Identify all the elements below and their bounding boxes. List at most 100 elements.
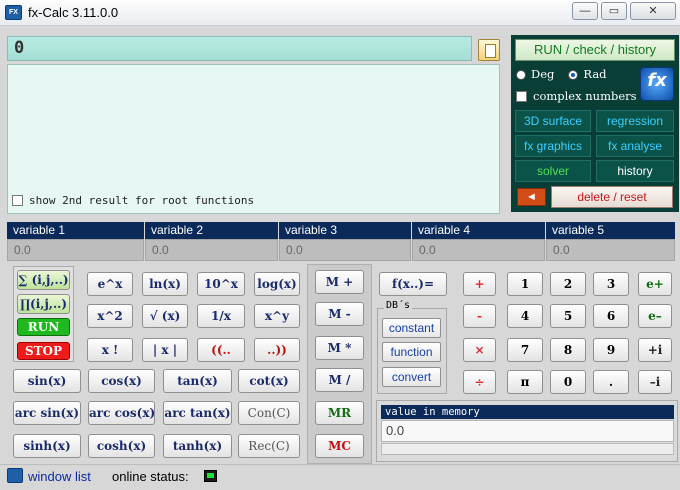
tan-button[interactable]: tan(x) [163, 369, 232, 393]
close-button[interactable]: ✕ [630, 2, 676, 20]
con-button[interactable]: Con(C) [238, 401, 300, 425]
square-button[interactable]: x^2 [87, 304, 133, 328]
factorial-button[interactable]: x ! [87, 338, 133, 362]
tanh-button[interactable]: tanh(x) [163, 434, 232, 458]
deg-radio[interactable] [516, 70, 526, 80]
show-2nd-result-label: show 2nd result for root functions [29, 194, 255, 207]
cos-button[interactable]: cos(x) [88, 369, 155, 393]
plus-i-button[interactable]: +i [638, 338, 672, 362]
3d-surface-button[interactable]: 3D surface [515, 110, 591, 132]
fx-analyse-button[interactable]: fx analyse [596, 135, 674, 157]
memory-minus-button[interactable]: M - [315, 302, 364, 326]
variable-4-header: variable 4 [412, 222, 545, 239]
deg-label: Deg [531, 67, 555, 81]
memory-scrollbar[interactable] [381, 443, 674, 455]
abs-button[interactable]: | x | [142, 338, 188, 362]
function-button[interactable]: function [382, 342, 441, 362]
power-button[interactable]: x^y [254, 304, 300, 328]
close-paren-button[interactable]: ..)) [254, 338, 300, 362]
minus-button[interactable]: - [463, 304, 496, 328]
result-area [7, 64, 500, 214]
sum-button[interactable]: ∑ (i,j,..) [17, 270, 70, 290]
window-list-icon[interactable] [7, 468, 23, 483]
run-check-history-button[interactable]: RUN / check / history [515, 39, 675, 61]
window-list-link[interactable]: window list [28, 469, 91, 484]
arctan-button[interactable]: arc tan(x) [163, 401, 232, 425]
rad-option[interactable]: Rad [568, 67, 607, 81]
stop-button[interactable]: STOP [17, 342, 70, 360]
complex-numbers-option[interactable]: complex numbers [516, 89, 637, 103]
pow10-button[interactable]: 10^x [197, 272, 245, 296]
log-button[interactable]: log(x) [254, 272, 300, 296]
variable-5-header: variable 5 [546, 222, 675, 239]
variable-2-input[interactable]: 0.0 [145, 239, 278, 261]
variable-1-input[interactable]: 0.0 [7, 239, 144, 261]
rad-radio[interactable] [568, 70, 579, 80]
online-status-icon [204, 470, 217, 482]
variable-1-header: variable 1 [7, 222, 144, 239]
plus-button[interactable]: + [463, 272, 496, 296]
variable-3-input[interactable]: 0.0 [279, 239, 411, 261]
open-paren-button[interactable]: ((.. [197, 338, 245, 362]
clipboard-icon[interactable] [478, 39, 500, 61]
restore-button[interactable]: ▭ [601, 2, 627, 20]
digit-2-button[interactable]: 2 [550, 272, 586, 296]
exp-button[interactable]: e^x [87, 272, 133, 296]
status-bar [0, 464, 680, 490]
exponent-plus-button[interactable]: e+ [638, 272, 672, 296]
sin-button[interactable]: sin(x) [13, 369, 81, 393]
regression-button[interactable]: regression [596, 110, 674, 132]
history-button[interactable]: history [596, 160, 674, 182]
divide-button[interactable]: ÷ [463, 370, 496, 394]
app-icon: FX [5, 5, 22, 20]
memory-divide-button[interactable]: M / [315, 368, 364, 392]
digit-5-button[interactable]: 5 [550, 304, 586, 328]
memory-multiply-button[interactable]: M * [315, 336, 364, 360]
cot-button[interactable]: cot(x) [238, 369, 300, 393]
product-button[interactable]: ∏(i,j,..) [17, 294, 70, 314]
memory-clear-button[interactable]: MC [315, 434, 364, 458]
rec-button[interactable]: Rec(C) [238, 434, 300, 458]
sinh-button[interactable]: sinh(x) [13, 434, 81, 458]
convert-button[interactable]: convert [382, 367, 441, 387]
run-button[interactable]: RUN [17, 318, 70, 336]
digit-7-button[interactable]: 7 [507, 338, 543, 362]
cosh-button[interactable]: cosh(x) [88, 434, 155, 458]
complex-numbers-checkbox[interactable] [516, 90, 527, 102]
show-2nd-result-option[interactable]: show 2nd result for root functions [12, 194, 254, 207]
sqrt-button[interactable]: √ (x) [142, 304, 188, 328]
solver-button[interactable]: solver [515, 160, 591, 182]
digit-4-button[interactable]: 4 [507, 304, 543, 328]
fx-graphics-button[interactable]: fx graphics [515, 135, 591, 157]
digit-1-button[interactable]: 1 [507, 272, 543, 296]
minimize-button[interactable]: — [572, 2, 598, 20]
multiply-button[interactable]: × [463, 338, 496, 362]
constant-button[interactable]: constant [382, 318, 441, 338]
online-status-label: online status: [112, 469, 189, 484]
variable-4-input[interactable]: 0.0 [412, 239, 545, 261]
ln-button[interactable]: ln(x) [142, 272, 188, 296]
delete-reset-button[interactable]: delete / reset [551, 186, 673, 208]
exponent-minus-button[interactable]: e– [638, 304, 672, 328]
arcsin-button[interactable]: arc sin(x) [13, 401, 81, 425]
show-2nd-result-checkbox[interactable] [12, 195, 23, 206]
reciprocal-button[interactable]: 1/x [197, 304, 245, 328]
pi-button[interactable]: π [507, 370, 543, 394]
memory-header: value in memory [381, 405, 674, 419]
memory-recall-button[interactable]: MR [315, 401, 364, 425]
memory-plus-button[interactable]: M + [315, 270, 364, 294]
backspace-button[interactable]: ◄ [517, 188, 546, 206]
digit-0-button[interactable]: 0 [550, 370, 586, 394]
function-define-button[interactable]: f(x..)= [379, 272, 447, 296]
decimal-point-button[interactable]: . [593, 370, 629, 394]
digit-3-button[interactable]: 3 [593, 272, 629, 296]
minus-i-button[interactable]: –i [638, 370, 672, 394]
arccos-button[interactable]: arc cos(x) [88, 401, 155, 425]
variable-5-input[interactable]: 0.0 [546, 239, 675, 261]
digit-9-button[interactable]: 9 [593, 338, 629, 362]
digit-6-button[interactable]: 6 [593, 304, 629, 328]
window-title: fx-Calc 3.11.0.0 [28, 5, 119, 20]
digit-8-button[interactable]: 8 [550, 338, 586, 362]
expression-input[interactable]: 0 [7, 36, 472, 61]
deg-option[interactable]: Deg [516, 67, 554, 81]
